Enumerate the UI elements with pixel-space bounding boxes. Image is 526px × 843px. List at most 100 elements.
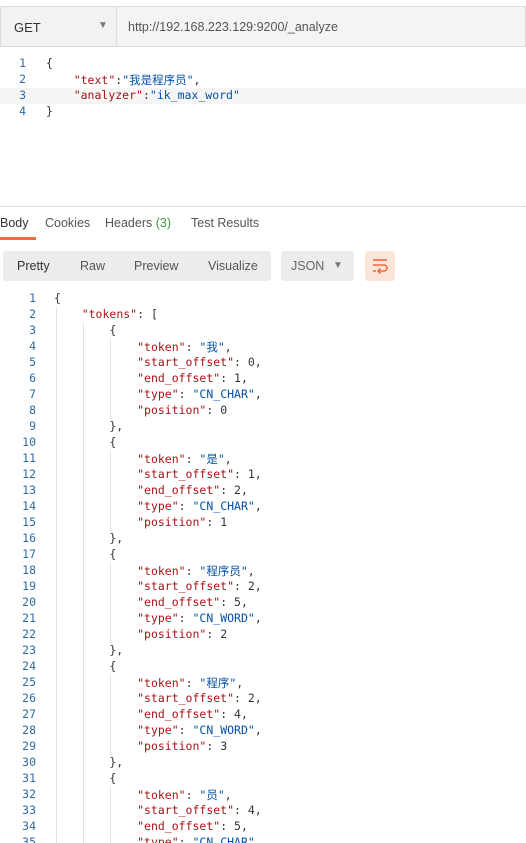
line-number: 16 — [22, 531, 36, 545]
tab-headers-label: Headers — [105, 216, 153, 230]
format-label: JSON — [291, 259, 325, 273]
tab-test-results[interactable]: Test Results — [191, 216, 259, 230]
view-raw-button[interactable]: Raw — [80, 259, 105, 273]
code-text: "start_offset": 4, — [137, 803, 262, 817]
code-text: "token": "我", — [137, 340, 232, 354]
response-line: 31 { — [0, 771, 526, 787]
response-line: 22 "position": 2 — [0, 627, 526, 643]
code-text: "token": "员", — [137, 788, 232, 802]
code-text: { — [54, 323, 117, 337]
line-number: 15 — [22, 515, 36, 529]
view-preview-button[interactable]: Preview — [134, 259, 178, 273]
response-line: 18 "token": "程序员", — [0, 563, 526, 579]
response-line: 32 "token": "员", — [0, 787, 526, 803]
line-number: 4 — [29, 339, 36, 353]
line-number: 26 — [22, 691, 36, 705]
line-number: 12 — [22, 467, 36, 481]
response-line: 28 "type": "CN_WORD", — [0, 723, 526, 739]
line-number: 3 — [19, 88, 26, 102]
wrap-lines-icon — [373, 259, 388, 275]
code-text: { — [54, 771, 117, 785]
response-line: 8 "position": 0 — [0, 403, 526, 419]
line-number: 11 — [22, 451, 36, 465]
response-line: 15 "position": 1 — [0, 515, 526, 531]
response-line: 5 "start_offset": 0, — [0, 355, 526, 371]
response-line: 14 "type": "CN_CHAR", — [0, 499, 526, 515]
response-line: 30 }, — [0, 755, 526, 771]
code-text: "end_offset": 4, — [137, 707, 248, 721]
line-number: 34 — [22, 819, 36, 833]
code-text: "type": "CN_CHAR", — [137, 835, 262, 843]
response-line: 25 "token": "程序", — [0, 675, 526, 691]
response-line: 34 "end_offset": 5, — [0, 819, 526, 835]
line-number: 23 — [22, 643, 36, 657]
response-line: 21 "type": "CN_WORD", — [0, 611, 526, 627]
line-number: 18 — [22, 563, 36, 577]
response-line: 7 "type": "CN_CHAR", — [0, 387, 526, 403]
line-number: 5 — [29, 355, 36, 369]
response-line: 6 "end_offset": 1, — [0, 371, 526, 387]
code-text: "start_offset": 1, — [137, 467, 262, 481]
line-number: 27 — [22, 707, 36, 721]
view-mode-segment: Pretty Raw Preview Visualize — [3, 251, 271, 281]
response-line: 2 "tokens": [ — [0, 307, 526, 323]
response-line: 13 "end_offset": 2, — [0, 483, 526, 499]
line-number: 14 — [22, 499, 36, 513]
code-text: "type": "CN_WORD", — [137, 611, 262, 625]
wrap-lines-button[interactable] — [365, 251, 395, 281]
response-line: 4 "token": "我", — [0, 339, 526, 355]
editor-line: 2 "text":"我是程序员", — [0, 72, 526, 88]
code-text: "token": "程序", — [137, 676, 244, 690]
request-body-editor[interactable]: 1 { 2 "text":"我是程序员", 3 "analyzer":"ik_m… — [0, 56, 526, 206]
response-viewer[interactable]: 1{2 "tokens": [3 {4 "token": "我", 5 "star… — [0, 291, 526, 843]
line-number: 32 — [22, 787, 36, 801]
line-number: 6 — [29, 371, 36, 385]
response-tabs: Body Cookies Headers (3) Test Results — [0, 207, 526, 240]
code-text: }, — [54, 531, 124, 545]
code-text: { — [54, 435, 117, 449]
code-text: "text":"我是程序员", — [73, 73, 201, 87]
line-number: 1 — [19, 56, 26, 70]
code-text: }, — [54, 419, 124, 433]
code-text: { — [54, 291, 61, 305]
response-line: 27 "end_offset": 4, — [0, 707, 526, 723]
response-line: 29 "position": 3 — [0, 739, 526, 755]
line-number: 3 — [29, 323, 36, 337]
url-input[interactable]: http://192.168.223.129:9200/_analyze — [117, 6, 526, 47]
method-select[interactable]: GET ▼ — [0, 6, 117, 47]
line-number: 2 — [19, 72, 26, 86]
tab-body[interactable]: Body — [0, 216, 29, 230]
line-number: 33 — [22, 803, 36, 817]
code-text: { — [54, 659, 117, 673]
code-text: "start_offset": 2, — [137, 579, 262, 593]
editor-line: 1 { — [0, 56, 526, 72]
response-line: 26 "start_offset": 2, — [0, 691, 526, 707]
chevron-down-icon: ▼ — [333, 260, 343, 271]
code-text: "position": 3 — [137, 739, 228, 753]
response-line: 17 { — [0, 547, 526, 563]
line-number: 17 — [22, 547, 36, 561]
line-number: 24 — [22, 659, 36, 673]
line-number: 2 — [29, 307, 36, 321]
code-text: { — [54, 547, 117, 561]
code-text: "position": 1 — [137, 515, 228, 529]
line-number: 35 — [22, 835, 36, 843]
response-line: 33 "start_offset": 4, — [0, 803, 526, 819]
code-text: "end_offset": 1, — [137, 371, 248, 385]
tab-cookies[interactable]: Cookies — [45, 216, 90, 230]
line-number: 28 — [22, 723, 36, 737]
response-line: 3 { — [0, 323, 526, 339]
view-visualize-button[interactable]: Visualize — [208, 259, 258, 273]
code-text: "token": "程序员", — [137, 564, 255, 578]
view-pretty-button[interactable]: Pretty — [17, 259, 50, 273]
response-line: 12 "start_offset": 1, — [0, 467, 526, 483]
tab-headers[interactable]: Headers (3) — [105, 216, 171, 230]
code-text: "tokens": [ — [81, 307, 158, 321]
format-select[interactable]: JSON ▼ — [281, 251, 354, 281]
line-number: 8 — [29, 403, 36, 417]
method-label: GET — [14, 20, 41, 35]
code-text: "end_offset": 5, — [137, 819, 248, 833]
response-line: 20 "end_offset": 5, — [0, 595, 526, 611]
line-number: 9 — [29, 419, 36, 433]
response-line: 24 { — [0, 659, 526, 675]
